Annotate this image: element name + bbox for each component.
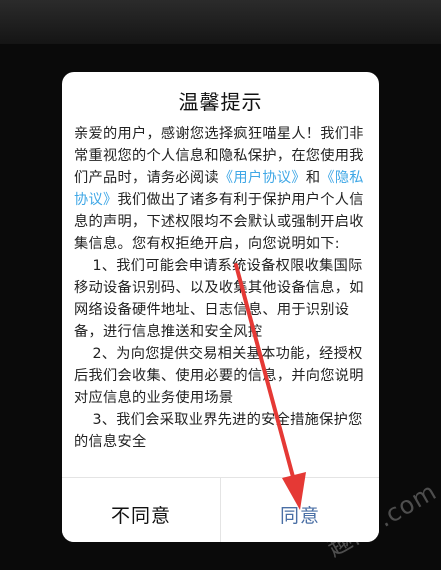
dialog-content: 亲爱的用户，感谢您选择疯狂喵星人！我们非常重视您的个人信息和隐私保护，在您使用我…: [74, 123, 369, 525]
dialog-footer: 不同意 同意: [62, 477, 379, 542]
intro-text-2: 我们做出了诸多有利于保护用户个人信息的声明，下述权限均不会默认或强制开启收集信息…: [74, 192, 364, 252]
agree-button[interactable]: 同意: [221, 478, 379, 542]
screen: unz.com mfun 趣网 .com 温馨提示 亲爱的用户，感谢您选择疯狂喵…: [0, 0, 441, 570]
intro-paragraph: 亲爱的用户，感谢您选择疯狂喵星人！我们非常重视您的个人信息和隐私保护，在您使用我…: [74, 123, 369, 255]
permission-item-3: 3、我们会采取业界先进的安全措施保护您的信息安全: [74, 412, 363, 450]
status-bar-background: [0, 0, 441, 44]
dialog-title: 温馨提示: [178, 90, 263, 114]
privacy-dialog: 温馨提示 亲爱的用户，感谢您选择疯狂喵星人！我们非常重视您的个人信息和隐私保护，…: [62, 72, 379, 542]
and-text: 和: [305, 170, 321, 186]
disagree-button[interactable]: 不同意: [62, 478, 221, 542]
user-agreement-link[interactable]: 《用户协议》: [219, 170, 306, 186]
permission-item-2: 2、为向您提供交易相关基本功能，经授权后我们会收集、使用必要的信息，并向您说明对…: [74, 346, 364, 406]
permission-item-1: 1、我们可能会申请系统设备权限收集国际移动设备识别码、以及收集其他设备信息，如网…: [74, 258, 364, 340]
